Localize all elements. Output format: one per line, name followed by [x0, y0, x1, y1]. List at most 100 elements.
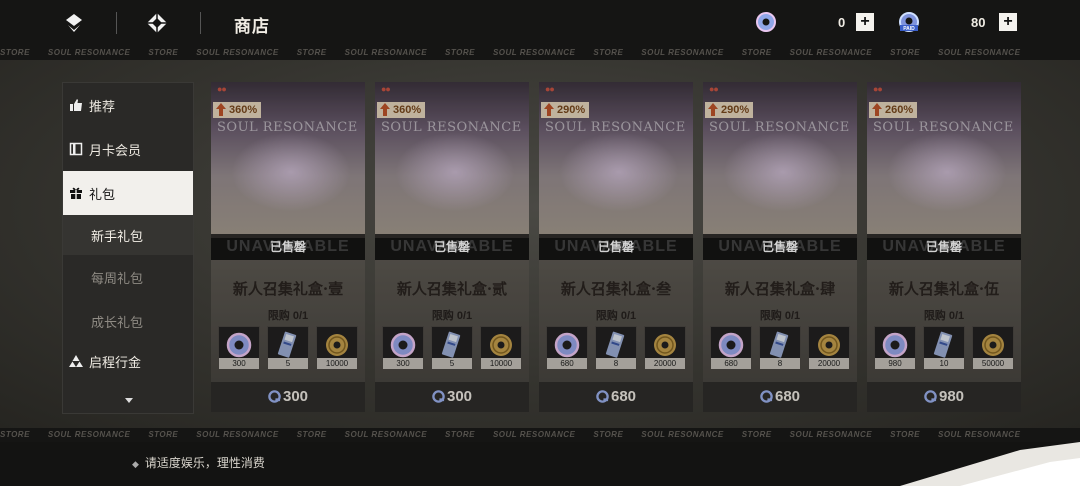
reward-item-slot[interactable]: 50000 [972, 326, 1014, 370]
diamond-bullet-icon: ◆ [132, 459, 139, 469]
marquee-strip-top: STORE SOUL RESONANCE STORE SOUL RESONANCE ST… [0, 46, 1080, 60]
marquee-word: SOUL RESONANCE [196, 48, 279, 57]
currency-value: 0 [838, 15, 846, 30]
reward-item-slot[interactable]: 300 [382, 326, 424, 370]
sold-out-label: 已售罄 [761, 240, 798, 254]
price-button[interactable]: 680 [539, 382, 693, 412]
home-diamond-icon[interactable] [145, 11, 169, 35]
gift-pack-art: ●● SOUL RESONANCE 360% [211, 82, 365, 238]
purchase-limit: 限购 0/1 [759, 310, 801, 322]
footer-tip-text: 请适度娱乐，理性消费 [144, 456, 265, 470]
price-button[interactable]: 680 [703, 382, 857, 412]
gift-pack-card[interactable]: ●● SOUL RESONANCE 360% UNAVAILABLE 已售罄 新… [211, 82, 365, 412]
reward-quantity: 300 [383, 358, 423, 369]
dots-icon: ●● [545, 84, 555, 94]
marquee-word: SOUL RESONANCE [344, 48, 428, 57]
reward-item-slot[interactable]: 10000 [480, 326, 522, 370]
reward-quantity: 8 [596, 358, 636, 369]
reward-item-slot[interactable]: 680 [546, 326, 588, 370]
add-paid-crystal-button[interactable]: + [999, 13, 1017, 31]
reward-item-slot[interactable]: 980 [874, 326, 916, 370]
paid-crystal-icon [924, 390, 937, 403]
paid-badge: PAID [903, 26, 915, 32]
reward-item-slot[interactable]: 20000 [644, 326, 686, 370]
marquee-word: STORE [445, 48, 475, 57]
marquee-word: STORE [445, 430, 475, 439]
thumbs-up-icon [70, 99, 82, 111]
bonus-value: 260% [885, 104, 914, 116]
reward-item-slot[interactable]: 8 [759, 326, 801, 370]
sidebar-subitem-growth-pack[interactable]: 成长礼包 [63, 301, 193, 341]
sold-out-banner: UNAVAILABLE 已售罄 [375, 234, 529, 260]
sidebar-item-recommend[interactable]: 推荐 [63, 83, 193, 127]
sold-out-label: 已售罄 [433, 240, 470, 254]
sidebar-item-journey-fund[interactable]: 启程行金 [63, 339, 193, 383]
scroll-down-arrow-icon[interactable] [125, 398, 133, 403]
footer: ◆ 请适度娱乐，理性消费 [0, 442, 1080, 486]
reward-quantity: 20000 [645, 358, 685, 369]
reward-item-slot[interactable]: 10000 [316, 326, 358, 370]
gift-pack-art: ●● SOUL RESONANCE 360% [375, 82, 529, 238]
reward-quantity: 5 [432, 358, 472, 369]
dots-icon: ●● [709, 84, 719, 94]
triangles-icon [69, 355, 83, 367]
sold-out-banner: UNAVAILABLE 已售罄 [867, 234, 1021, 260]
reward-item-slot[interactable]: 680 [710, 326, 752, 370]
price-button[interactable]: 980 [867, 382, 1021, 412]
paid-crystal-icon [268, 390, 281, 403]
gift-pack-card[interactable]: ●● SOUL RESONANCE 360% UNAVAILABLE 已售罄 新… [375, 82, 529, 412]
sold-out-banner: UNAVAILABLE 已售罄 [703, 234, 857, 260]
card-details: 新人召集礼盒·贰 限购 0/1 300 5 10000 [375, 260, 529, 382]
sidebar-subitem-weekly-pack[interactable]: 每周礼包 [63, 257, 193, 297]
marquee-word: STORE [741, 430, 772, 439]
card-details: 新人召集礼盒·壹 限购 0/1 300 5 10000 [211, 260, 365, 382]
reward-item-slot[interactable]: 300 [218, 326, 260, 370]
gift-pack-card[interactable]: ●● SOUL RESONANCE 290% UNAVAILABLE 已售罄 新… [703, 82, 857, 412]
footer-tip: ◆ 请适度娱乐，理性消费 [132, 454, 265, 471]
price-value: 300 [282, 388, 309, 405]
marquee-strip-bottom: STORE SOUL RESONANCE STORE SOUL RESONANCE ST… [0, 428, 1080, 442]
dots-icon: ●● [873, 84, 883, 94]
sidebar-subitem-newbie-pack[interactable]: 新手礼包 [63, 215, 193, 255]
paid-crystal-icon [432, 390, 445, 403]
arrow-up-icon [216, 103, 226, 116]
sidebar-item-monthly-card[interactable]: 月卡会员 [63, 127, 193, 171]
crystal-currency-icon [756, 12, 776, 32]
add-crystal-button[interactable]: + [856, 13, 874, 31]
gift-pack-name: 新人召集礼盒·肆 [724, 280, 836, 298]
price-button[interactable]: 300 [211, 382, 365, 412]
back-logo-icon[interactable] [62, 11, 86, 35]
price-button[interactable]: 300 [375, 382, 529, 412]
gift-pack-card[interactable]: ●● SOUL RESONANCE 260% UNAVAILABLE 已售罄 新… [867, 82, 1021, 412]
marquee-word: STORE [741, 48, 772, 57]
marquee-word: STORE [0, 48, 30, 57]
art-glow [887, 132, 1007, 212]
purchase-limit: 限购 0/1 [923, 310, 965, 322]
gift-pack-name: 新人召集礼盒·贰 [396, 280, 508, 298]
marquee-word: STORE [593, 48, 624, 57]
sold-out-label: 已售罄 [269, 240, 306, 254]
marquee-word: STORE [296, 430, 327, 439]
marquee-word: SOUL RESONANCE [641, 48, 724, 57]
sidebar-item-gift-pack[interactable]: 礼包 [63, 171, 193, 215]
gift-pack-card[interactable]: ●● SOUL RESONANCE 290% UNAVAILABLE 已售罄 新… [539, 82, 693, 412]
reward-item-slot[interactable]: 5 [267, 326, 309, 370]
paid-crystal-currency-icon: PAID [899, 12, 919, 32]
reward-item-slot[interactable]: 5 [431, 326, 473, 370]
art-logo-text: SOUL RESONANCE [709, 120, 850, 135]
arrow-up-icon [380, 103, 390, 116]
footer-decoration [900, 442, 1080, 486]
separator [200, 12, 201, 34]
marquee-word: STORE [890, 48, 920, 57]
reward-quantity: 50000 [973, 358, 1013, 369]
reward-item-slot[interactable]: 20000 [808, 326, 850, 370]
bonus-value: 360% [393, 104, 422, 116]
reward-item-slot[interactable]: 8 [595, 326, 637, 370]
marquee-word: STORE [148, 48, 179, 57]
reward-quantity: 680 [547, 358, 587, 369]
art-logo-text: SOUL RESONANCE [873, 120, 1014, 135]
marquee-word: SOUL RESONANCE [344, 430, 428, 439]
art-logo-text: SOUL RESONANCE [381, 120, 522, 135]
reward-item-slot[interactable]: 10 [923, 326, 965, 370]
currency-paid-crystal: PAID 80 + [897, 10, 1017, 34]
